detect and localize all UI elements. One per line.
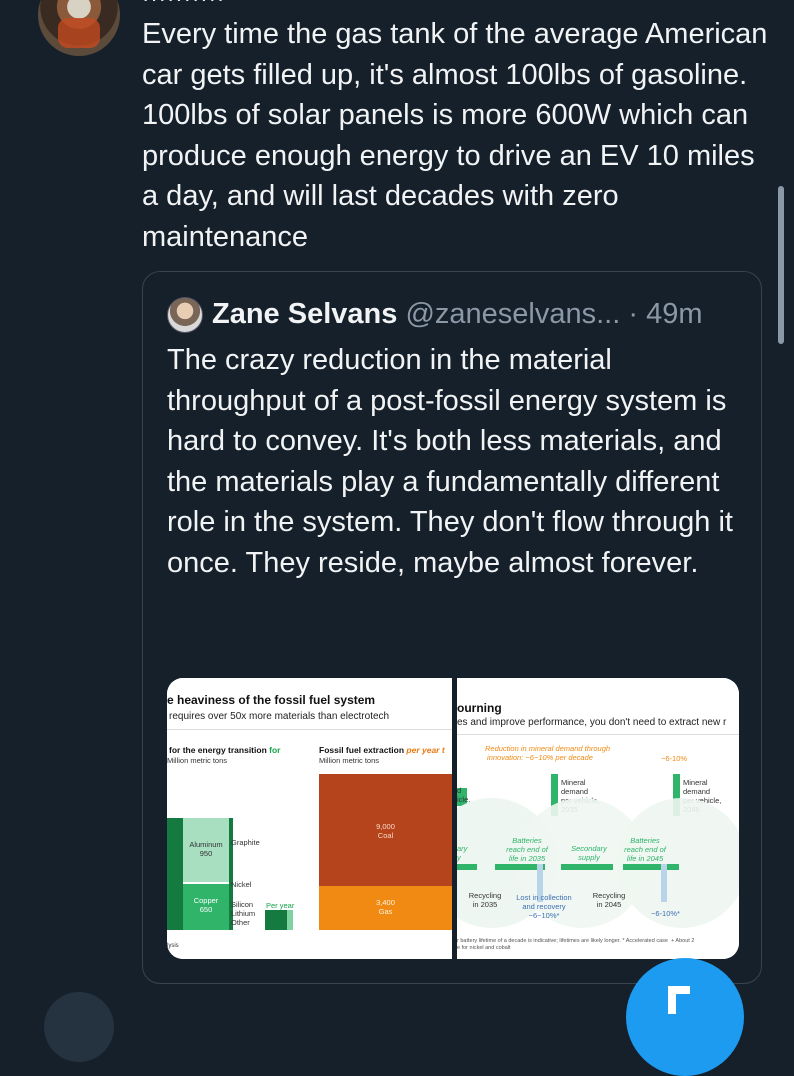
image-right-rule [457,734,739,735]
nickel-label: Nickel [231,880,252,889]
image-right-title: ourning [457,701,502,715]
quoted-tweet-card[interactable]: Zane Selvans @zaneselvans... · 49m The c… [142,271,762,984]
quoted-tweet-time[interactable]: 49m [646,298,702,330]
batteries-2035-label: Batteries reach end of life in 2035 [506,836,548,863]
secondary-supply-label: Secondary supply [571,844,607,862]
copper-label: Copper 650 [193,896,219,914]
media-image-right[interactable]: ourning es and improve performance, you … [457,678,739,959]
loss-bar-2045 [661,864,667,902]
scrollbar-thumb[interactable] [778,186,784,344]
recycling-2045-label: Recycling in 2045 [592,891,626,909]
quoted-tweet-text: The crazy reduction in the material thro… [167,344,733,579]
graphite-label: Graphite [231,838,260,847]
header-separator: · [628,298,638,330]
tweet-text: Every time the gas tank of the average A… [142,18,768,253]
image-left-rule [167,729,452,730]
compose-button[interactable] [626,958,744,1076]
recycling-2035-label: Recycling in 2035 [468,891,502,909]
image-left-title: e heaviness of the fossil fuel system [167,693,376,707]
other-label: Other [231,918,250,927]
coal-label: 9,000 Coal [376,822,395,840]
image-right-footnote: r battery lifetime of a decade is indica… [457,938,695,951]
per-year-block [265,910,287,930]
batteries-2045-label: Batteries reach end of life in 2045 [624,836,666,863]
pct-right-label: −6-10% [661,754,688,763]
quoted-tweet-header: Zane Selvans @zaneselvans... · 49m [212,294,702,334]
per-year-label: Per year [266,901,295,910]
per-year-block-light [287,910,293,930]
pct-bottom-label: −6-10%* [651,909,680,918]
quoted-author-avatar[interactable] [167,297,203,333]
next-tweet-avatar[interactable] [44,992,114,1062]
aluminum-label: Aluminum 950 [189,840,223,858]
quoted-author-name[interactable]: Zane Selvans [212,298,397,330]
image-left-footer: lysis [167,943,179,949]
col2-unit: Million metric tons [319,756,380,765]
author-header-fragment: ·········· [142,0,225,12]
gas-label: 3,400 Gas [376,898,395,916]
col1-unit: Million metric tons [167,756,228,765]
quoted-author-handle[interactable]: @zaneselvans... [405,298,620,330]
lost-label: Lost in collection and recovery −6−10%* [516,893,572,920]
silicon-label: Silicon [231,900,254,909]
left-secondary-label: ary y [457,844,468,862]
author-avatar[interactable] [38,0,120,56]
lithium-label: Lithium [231,909,256,918]
col1-heading: for the energy transition for [169,745,281,755]
media-image-left[interactable]: e heaviness of the fossil fuel system re… [167,678,452,959]
col2-heading: Fossil fuel extraction per year t [319,745,445,755]
flow-bar-2045 [623,864,679,870]
transition-block-edge [167,818,183,930]
compose-icon [668,986,690,1014]
image-left-subtitle: requires over 50x more materials than el… [169,711,390,722]
flow-bar-secondary [561,864,613,870]
image-right-subtitle: es and improve performance, you don't ne… [457,717,727,728]
quoted-tweet-media[interactable]: e heaviness of the fossil fuel system re… [167,678,739,959]
flow-bar-left [457,864,477,870]
reduction-label: Reduction in mineral demand through inno… [485,744,611,762]
